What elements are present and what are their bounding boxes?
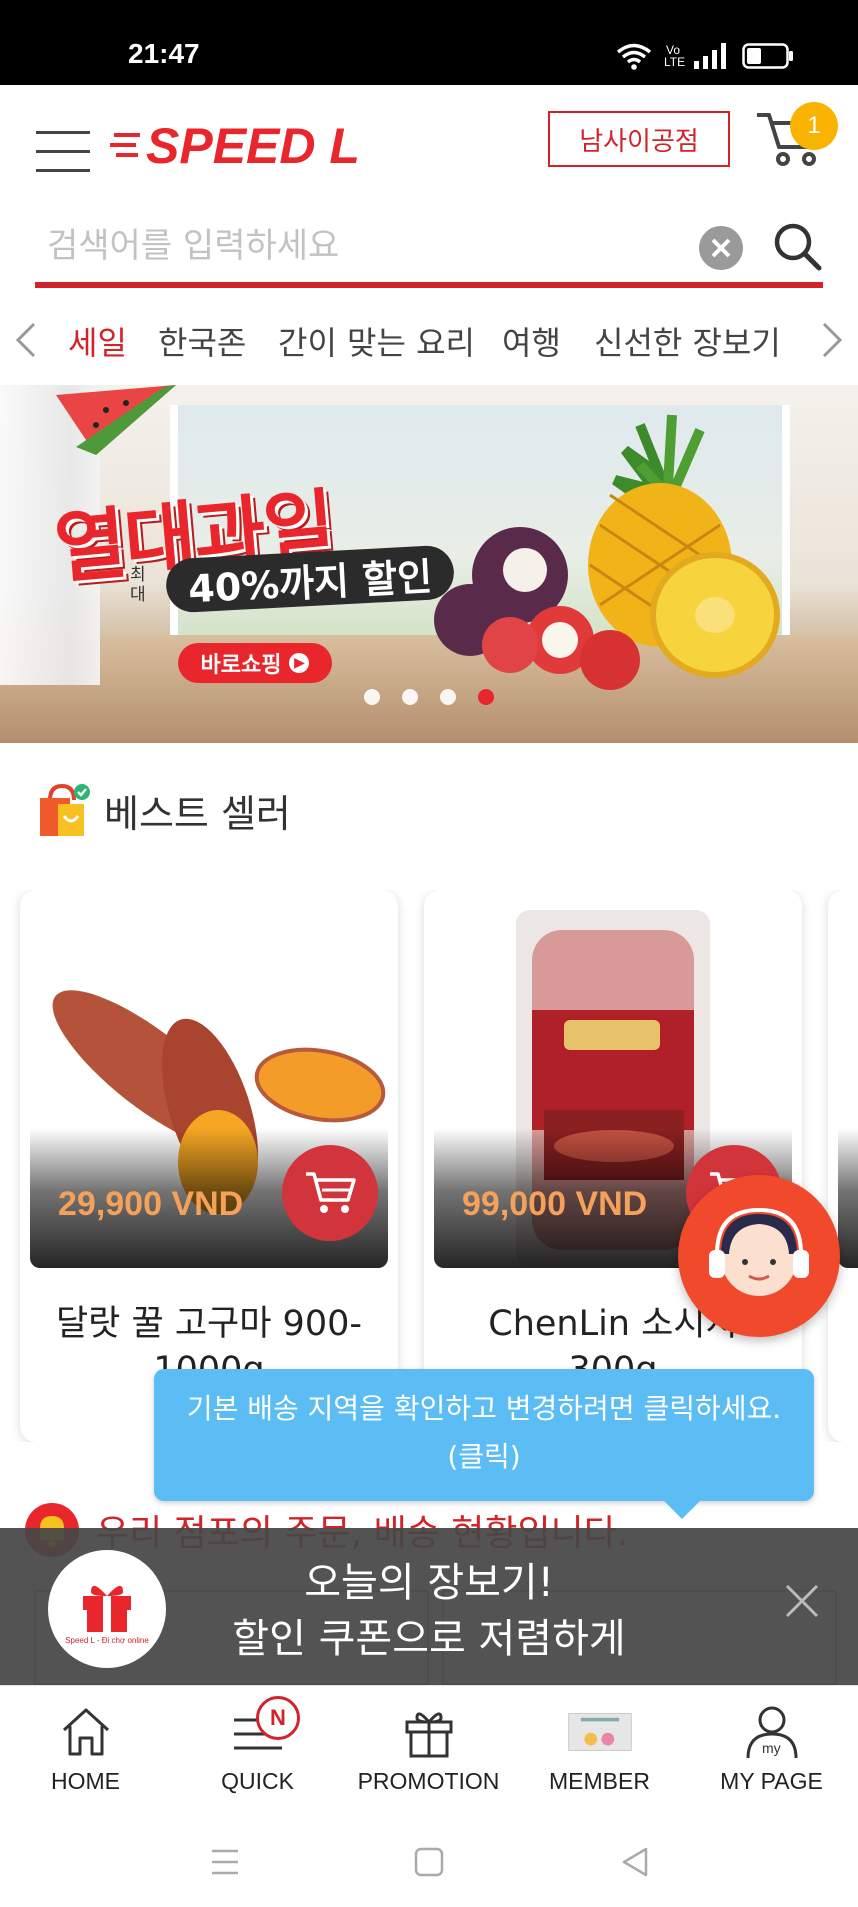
home-icon	[54, 1700, 118, 1764]
tab-easy-cooking[interactable]: 간이 맞는 요리	[278, 318, 475, 364]
product-price: 99,000 VND	[462, 1185, 648, 1223]
product-price: 29,900 VND	[58, 1185, 244, 1223]
carousel-dot[interactable]	[440, 689, 456, 705]
cart-icon	[306, 1172, 356, 1213]
product-card[interactable]: 99,000 VND ChenLin 소시지 300g	[424, 890, 802, 1442]
cart-count-badge: 1	[790, 102, 838, 150]
nav-quick[interactable]: QUICK	[172, 1686, 343, 1808]
status-bar: 21:47 Vo LTE	[0, 0, 858, 85]
volte-icon: Vo LTE	[664, 43, 686, 69]
close-icon[interactable]	[785, 1584, 819, 1618]
user-icon: my	[740, 1700, 804, 1764]
status-icons: Vo LTE	[616, 42, 794, 70]
best-seller-header: 베스트 셀러	[36, 782, 291, 838]
coupon-promo-bar[interactable]: Speed L - Đi chợ online 오늘의 장보기! 할인 쿠폰으로…	[0, 1528, 858, 1685]
carousel-dots	[364, 689, 494, 705]
best-seller-carousel: 29,900 VND 달랏 꿀 고구마 900- 1000g 99,000 VN…	[0, 890, 858, 1442]
product-name-line2: 1000g	[153, 1350, 265, 1370]
battery-icon	[742, 43, 793, 69]
gift-icon	[397, 1700, 461, 1764]
carousel-dot-active[interactable]	[478, 689, 494, 705]
promo-line2: 할인 쿠폰으로 저렴하게	[232, 1616, 626, 1662]
best-seller-title: 베스트 셀러	[104, 791, 291, 836]
hamburger-menu-button[interactable]	[36, 131, 90, 172]
product-card[interactable]	[828, 890, 858, 1442]
shop-now-button[interactable]: 바로쇼핑 ▶	[178, 643, 332, 683]
nav-home[interactable]: HOME	[0, 1686, 171, 1808]
category-tabs: 세일 한국존 간이 맞는 요리 여행 신선한 장보기	[0, 310, 858, 372]
status-time: 21:47	[128, 38, 200, 69]
clear-search-button[interactable]	[699, 226, 743, 270]
nav-promotion[interactable]: PROMOTION	[343, 1686, 514, 1808]
search-bar	[35, 210, 823, 288]
headset-agent-icon	[709, 1207, 809, 1296]
tab-korea-zone[interactable]: 한국존	[158, 318, 246, 364]
signal-icon	[694, 43, 726, 69]
home-square-icon[interactable]	[412, 1845, 446, 1879]
search-icon[interactable]	[771, 220, 823, 272]
shopping-bag-icon	[40, 783, 90, 836]
bottom-navigation: HOME QUICK N PROMOTION MEMBER my MY PAGE	[0, 1685, 858, 1807]
add-to-cart-button[interactable]	[282, 1145, 378, 1241]
banner-sub-prefix: 최대	[130, 565, 146, 605]
product-name-line2: 300g	[568, 1350, 658, 1370]
wifi-icon	[616, 43, 652, 70]
carousel-dot[interactable]	[364, 689, 380, 705]
svg-text:my: my	[762, 1740, 781, 1756]
search-input[interactable]	[47, 218, 667, 274]
nav-my-page[interactable]: my MY PAGE	[686, 1686, 857, 1808]
svg-text:SPEED L: SPEED L	[146, 118, 360, 174]
product-name: 달랏 꿀 고구마 900-	[55, 1304, 362, 1344]
system-navigation-bar	[0, 1807, 858, 1907]
recent-apps-icon[interactable]	[208, 1845, 242, 1879]
store-select-button[interactable]: 남사이공점	[548, 111, 730, 167]
delivery-area-tooltip[interactable]: 기본 배송 지역을 확인하고 변경하려면 클릭하세요. (클릭)	[154, 1369, 814, 1519]
speed-l-logo[interactable]: SPEED L	[110, 107, 430, 177]
tab-travel[interactable]: 여행	[502, 318, 561, 364]
customer-support-button[interactable]	[678, 1175, 840, 1337]
promo-banner[interactable]: 열대과일 최대 40%까지 할인 바로쇼핑 ▶	[0, 385, 858, 743]
app-header: SPEED L 남사이공점 1	[0, 85, 858, 200]
arrow-right-icon: ▶	[289, 653, 310, 673]
fruit-basket-illustration	[434, 414, 780, 690]
promo-line1: 오늘의 장보기!	[304, 1560, 554, 1606]
tab-sale[interactable]: 세일	[68, 318, 127, 364]
new-badge: N	[256, 1696, 300, 1740]
back-triangle-icon[interactable]	[618, 1845, 652, 1879]
tab-fresh-grocery[interactable]: 신선한 장보기	[594, 318, 781, 364]
nav-member[interactable]: MEMBER	[514, 1686, 685, 1808]
chevron-right-icon[interactable]	[820, 320, 844, 360]
carousel-dot[interactable]	[402, 689, 418, 705]
membership-card-icon	[567, 1700, 632, 1764]
product-card[interactable]: 29,900 VND 달랏 꿀 고구마 900- 1000g	[20, 890, 398, 1442]
close-icon	[711, 238, 731, 258]
watermelon-illustration	[56, 385, 176, 455]
chevron-left-icon[interactable]	[14, 320, 38, 360]
